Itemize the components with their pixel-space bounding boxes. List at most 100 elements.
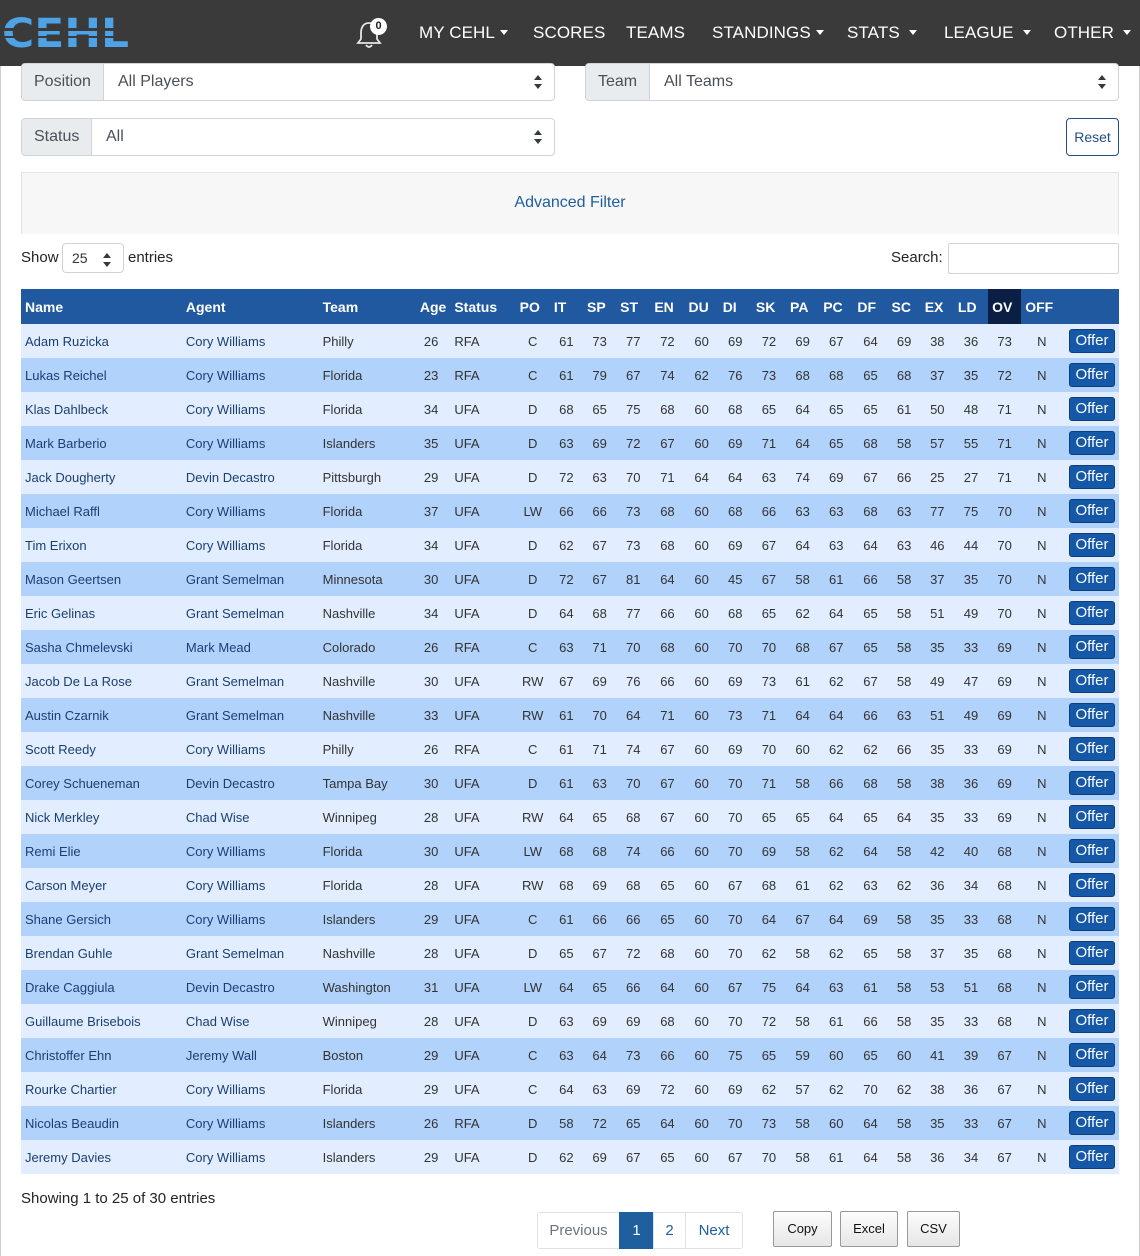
nav-my-cehl[interactable]: MY CEHL [419, 22, 508, 44]
copy-button[interactable]: Copy [773, 1211, 832, 1247]
excel-button[interactable]: Excel [840, 1211, 898, 1247]
offer-button[interactable]: Offer [1069, 907, 1115, 931]
column-header[interactable]: PO [516, 289, 550, 324]
player-name-cell[interactable]: Sasha Chmelevski [21, 630, 182, 664]
column-header[interactable]: PA [786, 289, 819, 324]
player-name-cell[interactable]: Jacob De La Rose [21, 664, 182, 698]
offer-button[interactable]: Offer [1069, 975, 1115, 999]
player-name-cell[interactable]: Brendan Guhle [21, 936, 182, 970]
column-header[interactable]: Status [450, 289, 515, 324]
offer-button[interactable]: Offer [1069, 805, 1115, 829]
column-header[interactable]: IT [550, 289, 583, 324]
column-header[interactable]: SC [888, 289, 921, 324]
player-name-cell[interactable]: Carson Meyer [21, 868, 182, 902]
nav-scores[interactable]: SCORES [533, 22, 605, 44]
offer-button[interactable]: Offer [1069, 1043, 1115, 1067]
show-label: Show [21, 249, 59, 266]
position-filter[interactable]: Position All Players [21, 63, 555, 101]
offer-button[interactable]: Offer [1069, 363, 1115, 387]
player-name-cell[interactable]: Michael Raffl [21, 494, 182, 528]
team-cell: Florida [322, 367, 363, 383]
position-select-value[interactable]: All Players [118, 64, 194, 100]
column-header[interactable]: Name [21, 289, 182, 324]
column-header[interactable]: DU [685, 289, 719, 324]
nav-other[interactable]: OTHER [1054, 22, 1131, 44]
player-name-cell[interactable]: Rourke Chartier [21, 1072, 182, 1106]
offer-button[interactable]: Offer [1069, 499, 1115, 523]
player-name-cell[interactable]: Adam Ruzicka [21, 324, 182, 358]
player-name-cell[interactable]: Austin Czarnik [21, 698, 182, 732]
offer-button[interactable]: Offer [1069, 397, 1115, 421]
player-name-cell[interactable]: Guillaume Brisebois [21, 1004, 182, 1038]
pagination-page-2[interactable]: 2 [653, 1212, 686, 1249]
offer-button[interactable]: Offer [1069, 737, 1115, 761]
offer-button[interactable]: Offer [1069, 465, 1115, 489]
status-select-value[interactable]: All [106, 119, 124, 155]
player-name-cell[interactable]: Klas Dahlbeck [21, 392, 182, 426]
player-name-cell[interactable]: Mark Barberio [21, 426, 182, 460]
player-name-cell[interactable]: Scott Reedy [21, 732, 182, 766]
player-name-cell[interactable]: Eric Gelinas [21, 596, 182, 630]
player-name-cell[interactable]: Nick Merkley [21, 800, 182, 834]
csv-button[interactable]: CSV [907, 1211, 960, 1247]
search-input[interactable] [948, 243, 1119, 274]
column-header[interactable]: SP [583, 289, 616, 324]
player-name-cell[interactable]: Jeremy Davies [21, 1140, 182, 1174]
column-header[interactable]: ST [616, 289, 650, 324]
team-filter[interactable]: Team All Teams [585, 63, 1119, 101]
column-header[interactable]: Team [319, 289, 407, 324]
pagination-previous[interactable]: Previous [537, 1212, 620, 1249]
column-header[interactable]: Age [407, 289, 450, 324]
column-header[interactable]: EN [650, 289, 684, 324]
team-select-value[interactable]: All Teams [664, 64, 733, 100]
advanced-filter-link[interactable]: Advanced Filter [22, 194, 1118, 212]
column-header[interactable]: OFF [1021, 289, 1062, 324]
player-name-cell[interactable]: Drake Caggiula [21, 970, 182, 1004]
player-name-cell[interactable]: Christoffer Ehn [21, 1038, 182, 1072]
nav-standings[interactable]: STANDINGS [712, 22, 824, 44]
offer-button[interactable]: Offer [1069, 635, 1115, 659]
cehl-logo[interactable]: CEHL [2, 14, 130, 50]
pagination-next[interactable]: Next [685, 1212, 743, 1249]
player-name-cell[interactable]: Shane Gersich [21, 902, 182, 936]
offer-button[interactable]: Offer [1069, 703, 1115, 727]
offer-button[interactable]: Offer [1069, 873, 1115, 897]
nav-teams[interactable]: TEAMS [626, 22, 685, 44]
offer-button[interactable]: Offer [1069, 601, 1115, 625]
offer-cell: Offer [1062, 1072, 1119, 1106]
column-header[interactable]: EX [921, 289, 954, 324]
column-header[interactable] [1062, 289, 1119, 324]
player-name-cell[interactable]: Mason Geertsen [21, 562, 182, 596]
reset-button[interactable]: Reset [1066, 118, 1119, 156]
status-filter[interactable]: Status All [21, 118, 555, 156]
offer-button[interactable]: Offer [1069, 669, 1115, 693]
offer-button[interactable]: Offer [1069, 941, 1115, 965]
column-header[interactable]: PC [819, 289, 853, 324]
offer-button[interactable]: Offer [1069, 1009, 1115, 1033]
column-header[interactable]: OV [988, 289, 1022, 324]
offer-button[interactable]: Offer [1069, 839, 1115, 863]
player-name-cell[interactable]: Tim Erixon [21, 528, 182, 562]
offer-button[interactable]: Offer [1069, 771, 1115, 795]
column-header[interactable]: DF [853, 289, 887, 324]
player-name-cell[interactable]: Jack Dougherty [21, 460, 182, 494]
pagination-page-1[interactable]: 1 [619, 1212, 654, 1249]
player-name-cell[interactable]: Remi Elie [21, 834, 182, 868]
nav-stats[interactable]: STATS [847, 22, 917, 44]
player-name-cell[interactable]: Lukas Reichel [21, 358, 182, 392]
player-name-cell[interactable]: Corey Schueneman [21, 766, 182, 800]
offer-button[interactable]: Offer [1069, 1111, 1115, 1135]
offer-button[interactable]: Offer [1069, 431, 1115, 455]
offer-button[interactable]: Offer [1069, 1077, 1115, 1101]
nav-league[interactable]: LEAGUE [944, 22, 1031, 44]
offer-button[interactable]: Offer [1069, 329, 1115, 353]
player-name-cell[interactable]: Nicolas Beaudin [21, 1106, 182, 1140]
entries-per-page-select[interactable]: 25 [62, 243, 124, 273]
offer-button[interactable]: Offer [1069, 567, 1115, 591]
column-header[interactable]: Agent [182, 289, 319, 324]
column-header[interactable]: LD [954, 289, 988, 324]
offer-button[interactable]: Offer [1069, 1145, 1115, 1169]
column-header[interactable]: SK [752, 289, 786, 324]
column-header[interactable]: DI [719, 289, 752, 324]
offer-button[interactable]: Offer [1069, 533, 1115, 557]
